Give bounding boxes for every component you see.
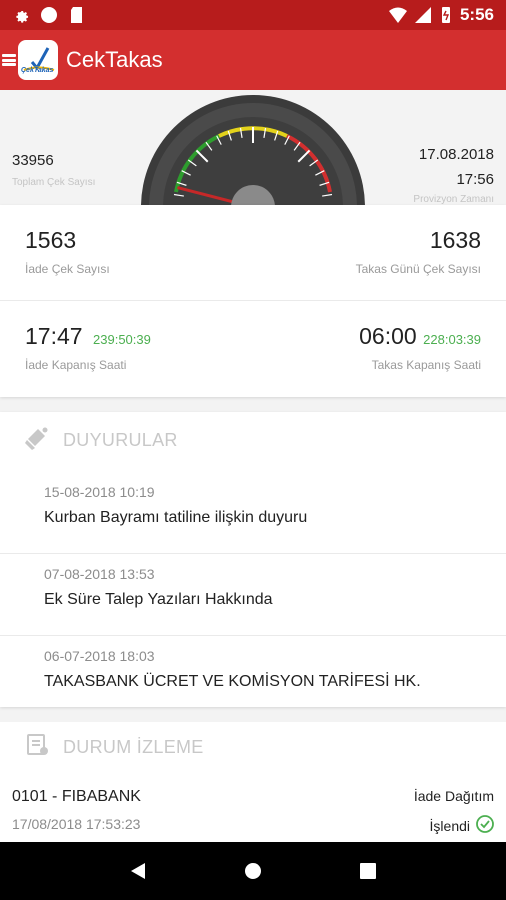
- clearing-close-remaining: 228:03:39: [423, 332, 481, 347]
- circle-icon: [40, 6, 58, 24]
- stats-row-counts: 1563 İade Çek Sayısı 1638 Takas Günü Çek…: [0, 205, 506, 301]
- announcement-date: 07-08-2018 13:53: [44, 566, 155, 582]
- menu-icon[interactable]: [2, 52, 16, 68]
- announcement-item[interactable]: 07-08-2018 13:53 Ek Süre Talep Yazıları …: [0, 554, 506, 636]
- back-icon[interactable]: [127, 860, 149, 882]
- return-close-time: 17:47: [25, 323, 83, 349]
- settings-icon: [12, 6, 30, 24]
- total-check-label: Toplam Çek Sayısı: [12, 177, 96, 188]
- return-count-label: İade Çek Sayısı: [25, 262, 110, 276]
- gauge: [141, 95, 365, 205]
- app-logo: ÇekTakas: [18, 40, 58, 80]
- sd-card-icon: [68, 6, 86, 24]
- provision-date: 17.08.2018: [418, 146, 494, 163]
- battery-icon: [440, 6, 452, 24]
- gauge-panel: 33956 Toplam Çek Sayısı 17.08.2018 17:56…: [0, 90, 506, 205]
- announcement-text: Kurban Bayramı tatiline ilişkin duyuru: [44, 509, 308, 526]
- clock: 5:56: [459, 5, 494, 24]
- stats-row-times: 17:47 239:50:39 İade Kapanış Saati 06:00…: [0, 301, 506, 397]
- clearing-count: 1638: [429, 227, 481, 253]
- announcements-header: DUYURULAR: [25, 425, 178, 456]
- bank-timestamp: 17/08/2018 17:53:23: [12, 816, 141, 832]
- megaphone-icon: [25, 425, 51, 456]
- return-close-label: İade Kapanış Saati: [25, 358, 127, 372]
- status-monitor-header: DURUM İZLEME: [25, 732, 204, 763]
- clearing-count-label: Takas Günü Çek Sayısı: [355, 262, 481, 276]
- clearing-close-label: Takas Kapanış Saati: [371, 358, 481, 372]
- wifi-icon: [388, 6, 407, 24]
- return-count: 1563: [25, 227, 77, 253]
- announcement-text: TAKASBANK ÜCRET VE KOMİSYON TARİFESİ HK.: [44, 673, 421, 690]
- status-bar: 5:56: [0, 0, 506, 30]
- bank-name: 0101 - FIBABANK: [12, 788, 141, 805]
- status-text: İşlendi: [429, 817, 470, 834]
- return-close-remaining: 239:50:39: [93, 332, 151, 347]
- status-monitor-title: DURUM İZLEME: [63, 737, 204, 757]
- announcements-card: DUYURULAR 15-08-2018 10:19 Kurban Bayram…: [0, 412, 506, 707]
- announcement-date: 06-07-2018 18:03: [44, 648, 155, 664]
- announcement-text: Ek Süre Talep Yazıları Hakkında: [44, 591, 273, 608]
- navigation-bar: [0, 842, 506, 900]
- recents-icon[interactable]: [357, 860, 379, 882]
- provision-time: 17.08.2018 17:56 Provizyon Zamanı: [413, 146, 494, 205]
- announcement-item[interactable]: 06-07-2018 18:03 TAKASBANK ÜCRET VE KOMİ…: [0, 636, 506, 707]
- status-badge: İşlendi: [430, 815, 494, 836]
- signal-icon: [414, 6, 432, 24]
- announcement-item[interactable]: 15-08-2018 10:19 Kurban Bayramı tatiline…: [0, 472, 506, 554]
- stats-card: 1563 İade Çek Sayısı 1638 Takas Günü Çek…: [0, 205, 506, 397]
- check-circle-icon: [476, 815, 494, 836]
- operation-type: İade Dağıtım: [413, 788, 494, 804]
- provision-clock: 17:56: [456, 171, 494, 188]
- app-title: CekTakas: [66, 47, 163, 72]
- total-check-count: 33956 Toplam Çek Sayısı: [12, 152, 95, 188]
- provision-label: Provizyon Zamanı: [413, 194, 494, 205]
- home-icon[interactable]: [242, 860, 264, 882]
- total-check-value: 33956: [12, 152, 54, 169]
- clearing-close-time: 06:00: [359, 323, 417, 349]
- status-monitor-card: DURUM İZLEME 0101 - FIBABANK 17/08/2018 …: [0, 722, 506, 842]
- announcements-title: DUYURULAR: [63, 430, 178, 450]
- announcement-date: 15-08-2018 10:19: [44, 484, 155, 500]
- document-icon: [25, 732, 51, 763]
- app-bar: ÇekTakas CekTakas: [0, 30, 506, 90]
